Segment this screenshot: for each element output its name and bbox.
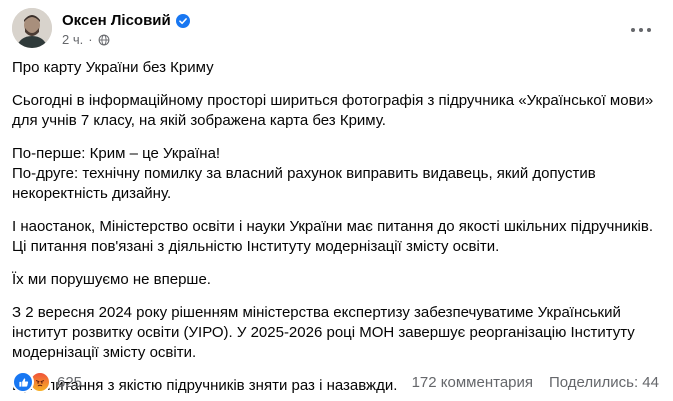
post-text: Про карту України без Криму Сьогодні в і… <box>12 58 662 401</box>
author-name[interactable]: Оксен Лісовий <box>62 12 190 29</box>
post-footer: 625 172 комментария Поделились: 44 <box>12 371 659 393</box>
verified-badge-icon <box>175 13 190 28</box>
comments-count[interactable]: 172 комментария <box>412 374 533 391</box>
more-dot-icon <box>639 28 643 32</box>
post-paragraph: Їх ми порушуємо не вперше. <box>12 271 211 288</box>
post-paragraph: З 2 вересня 2024 року рішенням міністерс… <box>12 304 635 361</box>
meta-separator: · <box>88 32 93 47</box>
globe-icon <box>98 34 109 45</box>
post-header: Оксен Лісовий 2 ч. · <box>12 6 661 50</box>
author-name-text[interactable]: Оксен Лісовий <box>62 12 171 29</box>
more-dot-icon <box>631 28 635 32</box>
reactions-count[interactable]: 625 <box>57 374 82 391</box>
shares-count[interactable]: Поделились: 44 <box>549 374 659 391</box>
engagement-stats: 172 комментария Поделились: 44 <box>412 374 659 391</box>
post-paragraph: Про карту України без Криму <box>12 59 214 76</box>
post-paragraph: І наостанок, Міністерство освіти і науки… <box>12 218 654 255</box>
post-meta: 2 ч. · <box>62 32 110 47</box>
more-options-button[interactable] <box>623 12 659 48</box>
post-timestamp[interactable]: 2 ч. <box>62 32 83 47</box>
avatar[interactable] <box>12 8 52 48</box>
like-reaction-icon <box>12 371 34 393</box>
post-paragraph: По-перше: Крим – це Україна! По-друге: т… <box>12 145 596 202</box>
post-paragraph: Сьогодні в інформаційному просторі ширит… <box>12 92 654 129</box>
more-dot-icon <box>647 28 651 32</box>
reactions-summary[interactable]: 625 <box>12 371 82 393</box>
